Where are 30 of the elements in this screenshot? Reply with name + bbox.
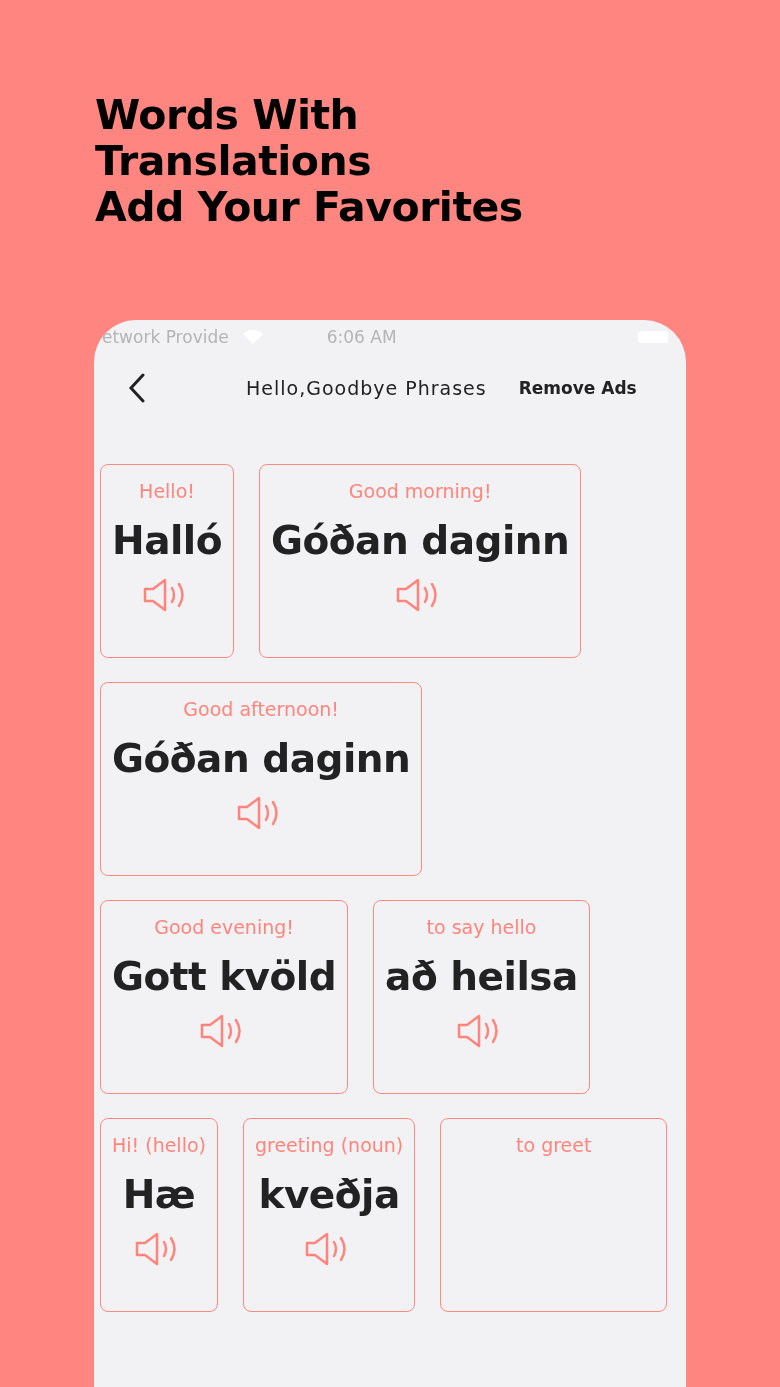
status-time: 6:06 AM xyxy=(326,327,397,347)
translation-text: Good afternoon! xyxy=(183,698,339,720)
translation-text: to greet xyxy=(516,1134,592,1156)
back-button[interactable] xyxy=(128,373,146,403)
phrase-word: Gott kvöld xyxy=(112,954,337,999)
phrase-card[interactable]: Good morning! Góðan daginn xyxy=(259,464,582,658)
phrase-word: kveðja xyxy=(258,1172,400,1217)
translation-text: Hello! xyxy=(139,480,195,502)
translation-text: Hi! (hello) xyxy=(112,1134,206,1156)
translation-text: Good morning! xyxy=(348,480,492,502)
phrase-word: Halló xyxy=(112,518,222,563)
phrase-card[interactable]: Hello! Halló xyxy=(100,464,234,658)
carrier-label: etwork Provide xyxy=(102,327,229,347)
phrase-card[interactable]: greeting (noun) kveðja xyxy=(242,1118,416,1312)
remove-ads-button[interactable]: Remove Ads xyxy=(518,378,637,398)
translation-text: greeting (noun) xyxy=(254,1134,404,1156)
phrase-word: að heilsa xyxy=(385,954,578,999)
headline: Words With xyxy=(95,92,360,138)
phrase-card[interactable]: to say hello að heilsa xyxy=(373,900,590,1094)
phrase-card[interactable]: Hi! (hello) Hæ xyxy=(100,1118,218,1312)
headline: Add Your Favorites xyxy=(95,184,523,230)
phrase-word: Hæ xyxy=(122,1172,196,1217)
phrase-word: Góðan daginn xyxy=(112,736,411,781)
phrase-card[interactable]: Good evening! Gott kvöld xyxy=(100,900,349,1094)
screen-title: Hello,Goodbye Phrases xyxy=(246,377,487,399)
phrase-word: Góðan daginn xyxy=(271,518,570,563)
headline: Translations xyxy=(95,138,373,184)
translation-text: Good evening! xyxy=(154,916,294,938)
phrase-card[interactable]: Good afternoon! Góðan daginn xyxy=(100,682,423,876)
translation-text: to say hello xyxy=(426,916,537,938)
